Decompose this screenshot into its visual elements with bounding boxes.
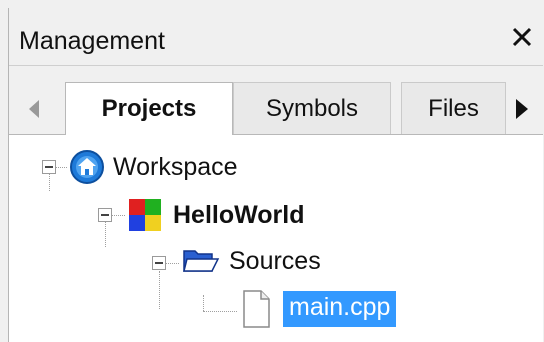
- scroll-left-icon[interactable]: [23, 96, 47, 122]
- folder-open-icon: [183, 250, 220, 272]
- tree-line: [159, 271, 160, 309]
- tree-line: [203, 295, 204, 311]
- close-icon[interactable]: [507, 22, 537, 52]
- tab-symbols[interactable]: Symbols: [233, 82, 391, 134]
- tab-files-label: Files: [428, 95, 479, 122]
- tree-line: [203, 311, 237, 312]
- tree-item-file[interactable]: main.cpp: [239, 289, 397, 329]
- tab-strip: Projects Symbols Files: [9, 82, 543, 135]
- tree-item-folder[interactable]: Sources: [181, 243, 321, 279]
- file-icon: [243, 290, 270, 328]
- collapse-toggle[interactable]: [152, 256, 166, 270]
- workspace-icon: [70, 150, 104, 184]
- panel-titlebar: Management: [9, 8, 543, 66]
- tree-item-project[interactable]: HelloWorld: [127, 197, 304, 233]
- tab-projects-label: Projects: [101, 95, 197, 122]
- tree-item-label: Workspace: [113, 152, 238, 181]
- panel-title: Management: [19, 27, 165, 55]
- tree-item-label: HelloWorld: [173, 200, 305, 229]
- collapse-toggle[interactable]: [98, 208, 112, 222]
- tab-files[interactable]: Files: [401, 82, 506, 134]
- tab-projects[interactable]: Projects: [65, 82, 233, 135]
- tree-item-label: main.cpp: [283, 291, 397, 327]
- management-panel: Management Projects Symbols Files Worksp…: [8, 8, 543, 342]
- scroll-right-icon[interactable]: [509, 96, 533, 122]
- tab-symbols-label: Symbols: [265, 95, 359, 122]
- collapse-toggle[interactable]: [42, 160, 56, 174]
- tree-item-label: Sources: [229, 246, 321, 275]
- project-tree: Workspace HelloWorld Sources main.cpp: [9, 135, 543, 342]
- tree-item-workspace[interactable]: Workspace: [69, 149, 238, 185]
- project-icon: [129, 199, 161, 231]
